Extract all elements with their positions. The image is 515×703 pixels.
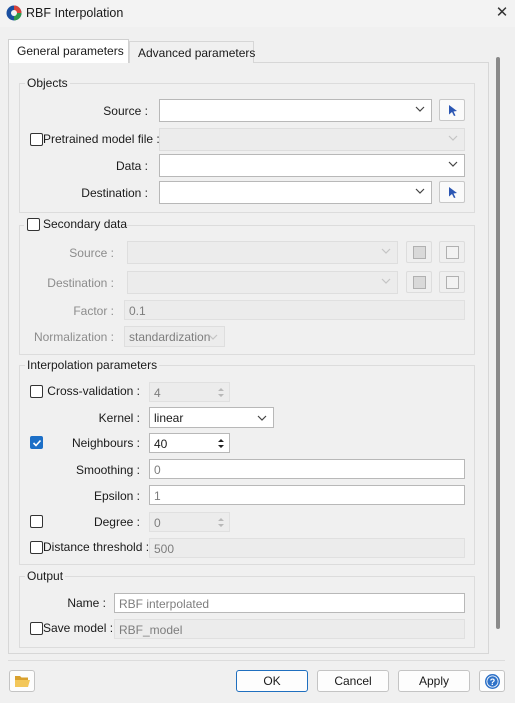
checkbox-icon [413,276,426,289]
cross-validation-checkbox[interactable] [30,385,43,398]
interpolation-group-title: Interpolation parameters [25,358,160,372]
cursor-arrow-icon [449,105,457,116]
data-combo[interactable] [159,154,465,177]
chevron-down-icon [415,188,425,194]
cursor-arrow-icon [449,187,457,198]
data-label: Data : [115,159,148,173]
chevron-down-icon [381,248,391,254]
help-button[interactable]: ? [479,670,505,692]
source-combo[interactable] [159,99,432,122]
folder-open-icon [15,676,30,687]
cross-validation-spinbox[interactable]: 4 [149,382,230,402]
tab-general-parameters[interactable]: General parameters [8,39,129,63]
output-name-field[interactable]: RBF interpolated [114,593,465,613]
close-button[interactable]: ✕ [492,3,512,23]
pretrained-model-label: Pretrained model file : [43,132,160,146]
factor-label: Factor : [73,304,114,318]
source-label: Source : [103,104,148,118]
chevron-down-icon [257,415,267,421]
window-title: RBF Interpolation [26,6,124,20]
secondary-data-checkbox[interactable] [27,218,40,231]
svg-text:?: ? [490,677,496,687]
ok-button[interactable]: OK [236,670,308,692]
chevron-down-icon [415,106,425,112]
neighbours-spinbox[interactable]: 40 [149,433,230,453]
help-icon: ? [485,674,500,689]
smoothing-field[interactable]: 0 [149,459,465,479]
apply-button[interactable]: Apply [398,670,470,692]
pretrained-model-combo[interactable] [159,128,465,151]
secondary-destination-label: Destination : [47,276,114,290]
open-folder-button[interactable] [9,670,35,692]
cross-validation-label: Cross-validation : [47,384,140,398]
distance-threshold-field[interactable]: 500 [149,538,465,558]
secondary-source-check-button[interactable] [406,241,432,263]
smoothing-label: Smoothing : [75,463,140,477]
output-group-title: Output [25,569,66,583]
spin-arrows-icon [218,518,224,527]
chevron-down-icon [448,161,458,167]
epsilon-field[interactable]: 1 [149,485,465,505]
distance-threshold-label: Distance threshold : [43,540,150,554]
factor-field[interactable]: 0.1 [124,300,465,320]
degree-label: Degree : [93,515,140,529]
normalization-combo[interactable]: standardization [124,326,225,347]
destination-combo[interactable] [159,181,432,204]
objects-group-title: Objects [25,76,70,90]
secondary-destination-combo[interactable] [127,271,398,294]
secondary-source-clear-button[interactable] [439,241,465,263]
spin-arrows-icon [218,439,224,448]
chevron-down-icon [208,334,218,340]
cancel-button[interactable]: Cancel [317,670,389,692]
distance-threshold-checkbox[interactable] [30,541,43,554]
epsilon-label: Epsilon : [93,489,140,503]
close-icon: ✕ [495,4,509,21]
normalization-label: Normalization : [33,330,114,344]
destination-pick-button[interactable] [439,181,465,203]
secondary-destination-clear-button[interactable] [439,271,465,293]
save-model-label: Save model : [43,621,114,635]
destination-label: Destination : [81,186,148,200]
empty-box-icon [446,246,459,259]
save-model-checkbox[interactable] [30,622,43,635]
source-pick-button[interactable] [439,99,465,121]
degree-checkbox[interactable] [30,515,43,528]
chevron-down-icon [381,278,391,284]
kernel-combo[interactable]: linear [149,407,274,428]
scrollbar-thumb[interactable] [496,57,500,629]
secondary-source-label: Source : [69,246,114,260]
secondary-source-combo[interactable] [127,241,398,264]
degree-spinbox[interactable]: 0 [149,512,230,532]
neighbours-label: Neighbours : [71,436,140,450]
secondary-destination-check-button[interactable] [406,271,432,293]
pretrained-model-checkbox[interactable] [30,133,43,146]
kernel-label: Kernel : [98,411,140,425]
output-name-label: Name : [67,596,106,610]
checkbox-icon [413,246,426,259]
checkmark-icon [32,439,42,447]
neighbours-checkbox[interactable] [30,436,43,449]
empty-box-icon [446,276,459,289]
secondary-data-title: Secondary data [43,217,128,231]
app-logo-icon [6,5,22,21]
tab-advanced-parameters[interactable]: Advanced parameters [129,41,255,63]
chevron-down-icon [448,135,458,141]
save-model-field[interactable]: RBF_model [114,619,465,639]
divider [8,660,505,661]
spin-arrows-icon [218,388,224,397]
